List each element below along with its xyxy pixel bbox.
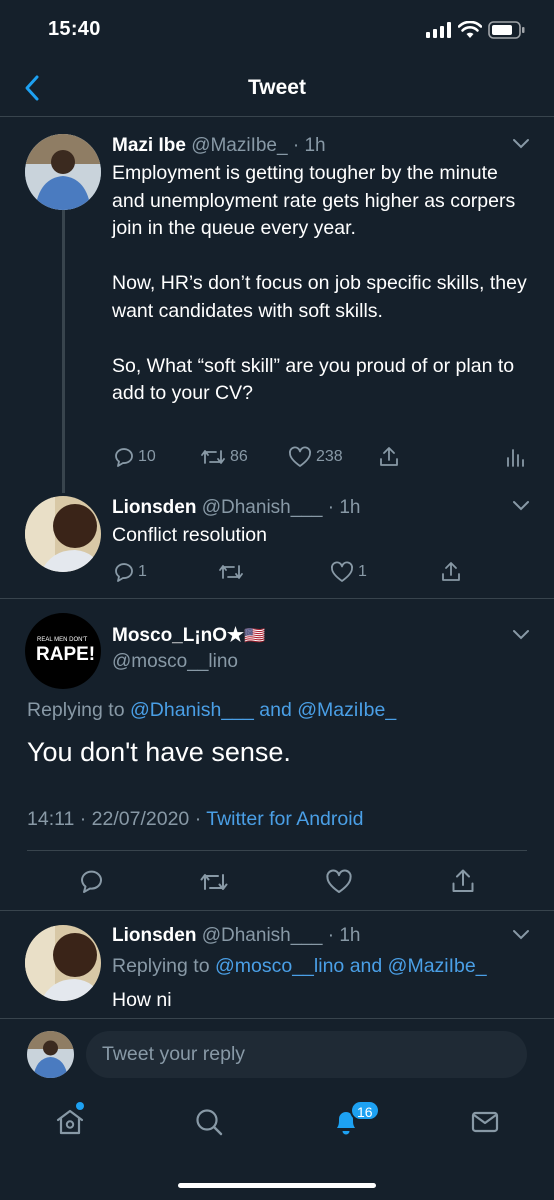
tweet-text: Employment is getting tougher by the min… (112, 162, 527, 404)
share-icon (380, 447, 398, 466)
avatar[interactable] (27, 1031, 74, 1078)
tab-home[interactable] (55, 1107, 85, 1137)
avatar[interactable] (25, 496, 101, 572)
author-name[interactable]: Mazi Ibe (112, 135, 186, 156)
tweet-author-line: Lionsden @Dhanish___ · 1h (112, 925, 361, 946)
like-button[interactable]: 1 (330, 561, 367, 583)
author-handle: @Dhanish___ (201, 497, 323, 518)
tweet-author-line: Lionsden @Dhanish___ · 1h (112, 497, 361, 518)
tweet-meta: 14:11 · 22/07/2020 · Twitter for Android (27, 808, 363, 831)
tweet-time: 1h (304, 135, 326, 156)
tweet-author-line: Mazi Ibe @MaziIbe_ · 1h (112, 135, 326, 156)
avatar[interactable] (25, 134, 101, 210)
like-button[interactable] (325, 869, 353, 895)
retweet-icon (219, 565, 243, 579)
main-tweet-text: You don't have sense. (27, 737, 291, 767)
home-unread-dot (76, 1102, 84, 1110)
author-name[interactable]: Lionsden (112, 925, 196, 946)
retweet-button[interactable]: 86 (200, 446, 248, 468)
tweet-text: How ni (112, 989, 172, 1011)
retweet-count: 86 (230, 448, 248, 465)
author-name[interactable]: Mosco_L¡nO★ (112, 625, 244, 646)
mention-link[interactable]: @MaziIbe_ (388, 955, 487, 977)
like-button[interactable]: 238 (288, 446, 343, 468)
like-count: 1 (358, 563, 367, 580)
analytics-button[interactable] (505, 446, 525, 468)
reply-button[interactable] (78, 869, 104, 895)
tab-search[interactable] (194, 1107, 224, 1137)
avatar-big-text: RAPE! (36, 644, 96, 665)
reply-count: 10 (138, 448, 156, 465)
reply-icon (115, 563, 133, 582)
like-icon (289, 446, 311, 467)
tweet-time: 1h (339, 497, 361, 518)
reply-button[interactable]: 1 (112, 561, 147, 583)
wifi-icon (458, 21, 482, 39)
avatar[interactable]: REAL MEN DON'T RAPE! (25, 613, 101, 689)
avatar-small-text: REAL MEN DON'T (37, 637, 88, 643)
tweet-divider (0, 598, 554, 599)
reply-placeholder: Tweet your reply (102, 1043, 246, 1065)
chevron-down-icon[interactable] (512, 629, 530, 641)
retweet-icon (201, 450, 225, 464)
retweet-button[interactable] (218, 561, 244, 583)
battery-icon (488, 20, 526, 40)
messages-icon (471, 1111, 499, 1133)
share-button[interactable] (439, 560, 463, 584)
like-icon (326, 869, 352, 893)
share-icon (442, 562, 460, 581)
share-button[interactable] (377, 445, 401, 469)
reply-button[interactable]: 10 (112, 446, 156, 468)
retweet-button[interactable] (199, 869, 229, 895)
author-handle: @MaziIbe_ (191, 135, 288, 156)
author-handle: @Dhanish___ (201, 925, 323, 946)
header-divider (0, 116, 554, 117)
chevron-down-icon[interactable] (512, 500, 530, 512)
analytics-icon (507, 449, 524, 467)
mention-link[interactable]: @mosco__lino (215, 955, 344, 977)
share-button[interactable] (449, 867, 477, 895)
author-handle: @mosco__lino (112, 651, 238, 672)
like-count: 238 (316, 448, 343, 465)
tweet-timestamp: 14:11 · 22/07/2020 · (27, 808, 202, 830)
signal-icon (426, 22, 452, 38)
retweet-icon (200, 874, 228, 890)
share-icon (452, 869, 474, 892)
home-icon (56, 1109, 84, 1135)
replying-to-line: Replying to @Dhanish___ and @MaziIbe_ (27, 699, 397, 721)
tweet-author-line: Mosco_L¡nO★🇺🇸 (112, 624, 265, 647)
meta-divider (27, 850, 527, 851)
like-icon (331, 561, 353, 582)
mention-link[interactable]: @Dhanish___ (130, 699, 254, 721)
reply-icon (81, 870, 102, 893)
page-title: Tweet (248, 76, 306, 99)
tweet-time: 1h (339, 925, 361, 946)
replying-to-line: Replying to @mosco__lino and @MaziIbe_ (112, 955, 487, 977)
avatar[interactable] (25, 925, 101, 1001)
client-link[interactable]: Twitter for Android (206, 808, 363, 830)
author-name[interactable]: Lionsden (112, 497, 196, 518)
reply-icon (115, 448, 133, 467)
tweet-text: Conflict resolution (112, 524, 267, 546)
home-indicator (178, 1183, 376, 1188)
thread-line (62, 208, 65, 493)
status-time: 15:40 (48, 18, 101, 40)
flag-emoji: 🇺🇸 (244, 626, 266, 645)
search-icon (196, 1109, 223, 1136)
tab-messages[interactable] (470, 1107, 500, 1137)
tweet-divider (0, 910, 554, 911)
reply-count: 1 (138, 563, 147, 580)
mention-link[interactable]: @MaziIbe_ (297, 699, 396, 721)
notifications-badge: 16 (350, 1100, 380, 1121)
chevron-down-icon[interactable] (512, 138, 530, 150)
chevron-down-icon[interactable] (512, 929, 530, 941)
